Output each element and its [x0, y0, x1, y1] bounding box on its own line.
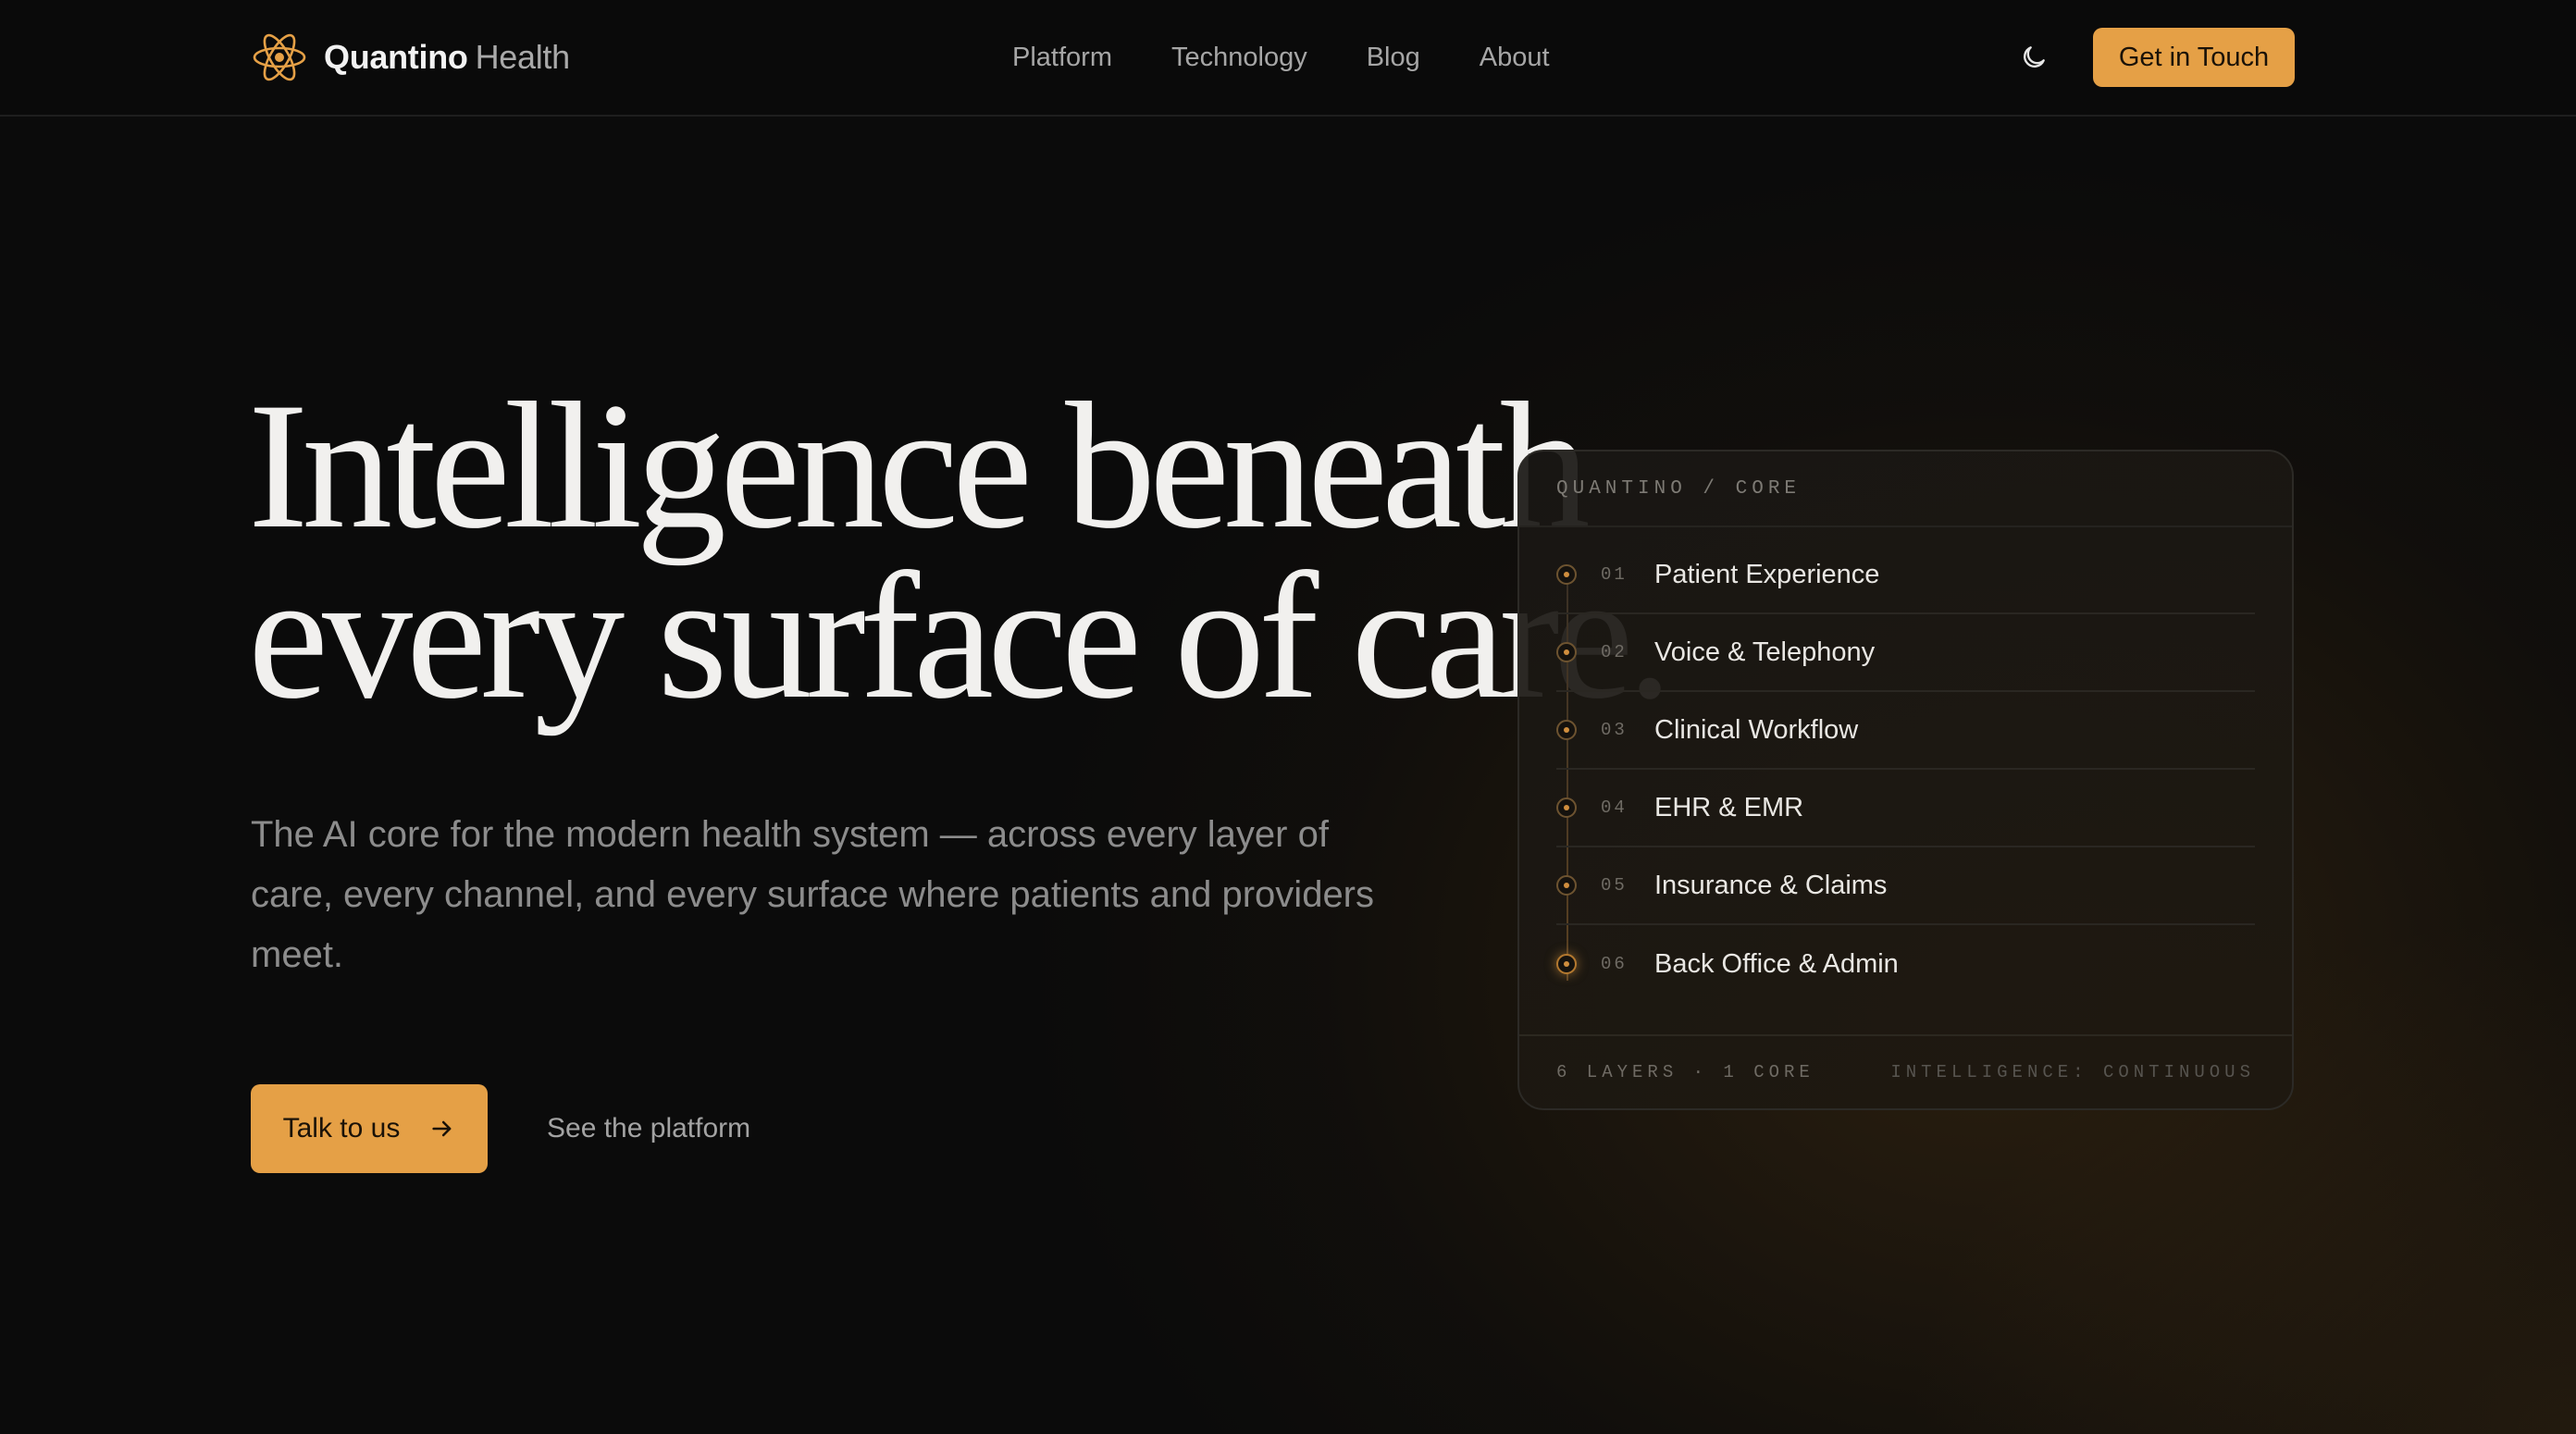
brand-name-bold: Quantino: [324, 38, 468, 76]
see-the-platform-link[interactable]: See the platform: [547, 1106, 750, 1151]
landing-page: Quantino Health Platform Technology Blog …: [0, 0, 2576, 1434]
card-footer-left: 6 LAYERS · 1 CORE: [1556, 1062, 1814, 1082]
layer-label: Voice & Telephony: [1654, 637, 1876, 667]
moon-icon: [2024, 46, 2045, 68]
layer-list: 01 Patient Experience 02 Voice & Telepho…: [1519, 527, 2292, 1003]
layer-number: 04: [1601, 797, 1628, 818]
nav-link-platform[interactable]: Platform: [1012, 37, 1112, 78]
nav-link-about[interactable]: About: [1480, 37, 1550, 78]
card-footer: 6 LAYERS · 1 CORE INTELLIGENCE: CONTINUO…: [1519, 1034, 2292, 1108]
brand-logo[interactable]: Quantino Health: [250, 28, 570, 87]
brand-name-light: Health: [475, 38, 571, 76]
layer-label: Patient Experience: [1654, 559, 1880, 589]
layer-item-ehr-emr[interactable]: 04 EHR & EMR: [1556, 770, 2255, 847]
layer-number: 03: [1601, 720, 1628, 740]
layer-dot-icon: [1556, 642, 1577, 662]
get-in-touch-button[interactable]: Get in Touch: [2093, 28, 2295, 87]
layer-label: EHR & EMR: [1654, 792, 1804, 822]
layer-item-clinical-workflow[interactable]: 03 Clinical Workflow: [1556, 692, 2255, 770]
atom-logo-icon: [253, 33, 306, 81]
layer-item-back-office-admin[interactable]: 06 Back Office & Admin: [1556, 925, 2255, 1003]
theme-toggle-button[interactable]: [2015, 39, 2052, 76]
layer-label: Back Office & Admin: [1654, 948, 1899, 979]
hero-headline: Intelligence beneath every surface of ca…: [248, 365, 1673, 736]
hero-subtext: The AI core for the modern health system…: [251, 814, 1375, 975]
layer-dot-icon: [1556, 564, 1577, 585]
core-layers-card: QUANTINO / CORE 01 Patient Experience 02…: [1517, 450, 2294, 1110]
site-header: Quantino Health Platform Technology Blog …: [0, 0, 2576, 117]
talk-to-us-label: Talk to us: [282, 1113, 401, 1143]
layer-number: 06: [1601, 954, 1628, 974]
layer-dot-icon: [1556, 875, 1577, 896]
layer-number: 05: [1601, 875, 1628, 896]
layer-item-voice-telephony[interactable]: 02 Voice & Telephony: [1556, 614, 2255, 692]
talk-to-us-button[interactable]: Talk to us: [251, 1084, 488, 1173]
layer-dot-active-icon: [1556, 954, 1577, 974]
hero-headline-line-1: Intelligence beneath: [248, 365, 1591, 566]
layer-item-patient-experience[interactable]: 01 Patient Experience: [1556, 537, 2255, 614]
card-title: QUANTINO / CORE: [1519, 451, 2292, 527]
layer-number: 01: [1601, 564, 1628, 585]
main-nav: Platform Technology Blog About: [1012, 37, 1550, 78]
nav-link-blog[interactable]: Blog: [1367, 37, 1420, 78]
arrow-right-icon: [432, 1120, 452, 1137]
brand-name: Quantino Health: [324, 38, 570, 77]
layer-label: Clinical Workflow: [1654, 714, 1859, 745]
layer-label: Insurance & Claims: [1654, 870, 1888, 900]
layer-dot-icon: [1556, 720, 1577, 740]
hero-headline-line-2: every surface of care.: [248, 536, 1673, 736]
layer-number: 02: [1601, 642, 1628, 662]
layer-dot-icon: [1556, 797, 1577, 818]
layer-item-insurance-claims[interactable]: 05 Insurance & Claims: [1556, 847, 2255, 925]
card-footer-right: INTELLIGENCE: CONTINUOUS: [1890, 1062, 2255, 1082]
nav-link-technology[interactable]: Technology: [1171, 37, 1307, 78]
